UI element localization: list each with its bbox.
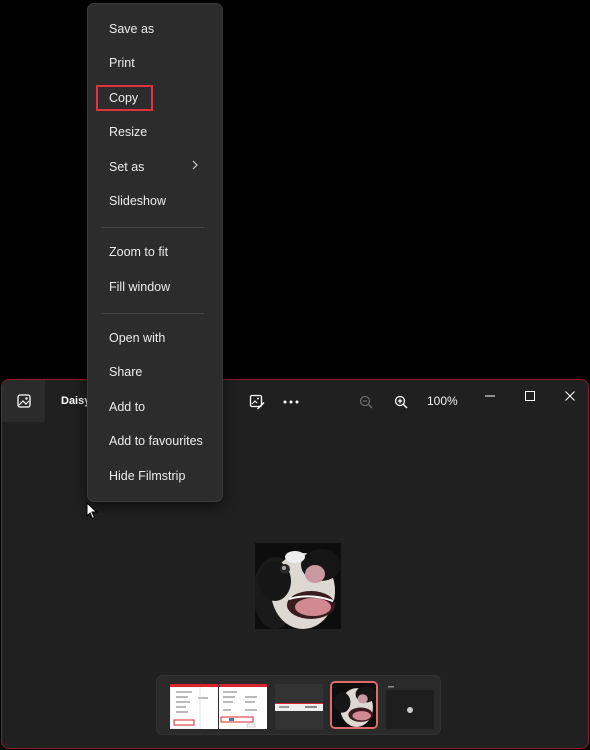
zoom-out-icon [359,395,373,409]
menu-item-resize[interactable]: Resize [92,117,218,147]
menu-item-add-to-favourites[interactable]: Add to favourites [92,426,218,456]
menu-item-share[interactable]: Share [92,357,218,387]
menu-item-print[interactable]: Print [92,48,218,78]
maximize-button[interactable] [510,382,550,410]
menu-item-hide-filmstrip[interactable]: Hide Filmstrip [92,461,218,491]
menu-item-add-to[interactable]: Add to [92,392,218,422]
chevron-right-icon [192,160,198,170]
close-button[interactable] [550,382,588,410]
more-options-button[interactable] [277,389,305,415]
thumbnail-screenshot-menu[interactable] [170,684,218,729]
context-menu: Save as Print Copy Resize Set as Slidesh… [87,3,223,502]
menu-item-open-with[interactable]: Open with [92,323,218,353]
close-icon [565,391,575,401]
file-name: Daisy [61,395,91,407]
menu-item-set-as[interactable]: Set as [92,152,218,182]
menu-item-zoom-to-fit[interactable]: Zoom to fit [92,237,218,267]
thumbnail-screenshot-dialog[interactable] [219,684,267,729]
maximize-icon [525,391,535,401]
thumbnail-screenshot-dark-bar[interactable] [275,684,323,729]
edit-image-icon [249,394,265,410]
zoom-in-button[interactable] [387,389,415,415]
edit-image-button[interactable] [243,389,271,415]
more-options-icon [283,400,299,404]
menu-item-fill-window[interactable]: Fill window [92,272,218,302]
menu-item-copy[interactable]: Copy [92,83,218,113]
photo-gallery-icon [16,394,31,408]
app-icon-tab[interactable] [2,380,45,422]
mouse-cursor-icon [86,502,98,520]
menu-item-slideshow[interactable]: Slideshow [92,186,218,216]
menu-item-save-as[interactable]: Save as [92,14,218,44]
main-photo-dog[interactable] [255,543,341,629]
menu-separator [102,313,204,314]
zoom-level[interactable]: 100% [427,394,458,408]
thumbnail-dog-photo-selected[interactable] [330,681,378,729]
thumbnail-screenshot-dark[interactable] [386,684,434,729]
minimize-button[interactable] [470,382,510,410]
zoom-out-button[interactable] [352,389,380,415]
filmstrip [156,675,441,735]
minimize-icon [485,395,495,397]
menu-separator [102,227,204,228]
zoom-in-icon [394,395,408,409]
